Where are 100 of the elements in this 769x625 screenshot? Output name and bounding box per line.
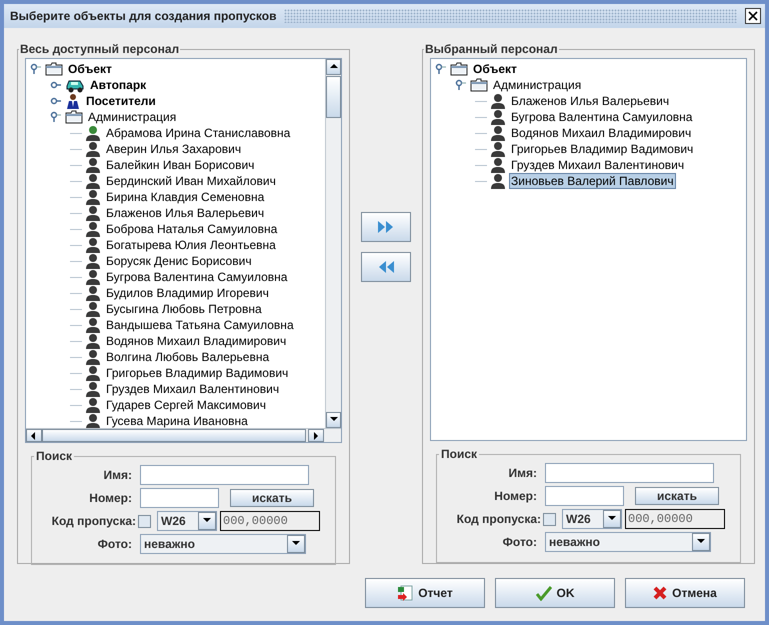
tree-line (475, 100, 487, 102)
code-type-dropdown[interactable]: W26 (562, 509, 622, 529)
visitor-icon (65, 93, 81, 109)
tree-line (70, 388, 82, 390)
tree-line (70, 340, 82, 342)
tree-item[interactable]: Вандышева Татьяна Самуиловна (104, 318, 296, 332)
tree-item[interactable]: Григорьев Владимир Вадимович (104, 366, 290, 380)
number-field[interactable] (140, 488, 219, 508)
person-icon (490, 109, 506, 125)
tree-line (475, 116, 487, 118)
scrollbar-thumb[interactable] (42, 429, 306, 442)
field-label: Фото: (502, 534, 537, 551)
code-checkbox[interactable] (138, 514, 151, 528)
person-icon (85, 157, 101, 173)
tree-item[interactable]: Балейкин Иван Борисович (104, 158, 256, 172)
search-button[interactable]: искать (635, 487, 719, 505)
tree-item[interactable]: Автопарк (88, 78, 148, 92)
tree-item[interactable]: Объект (66, 62, 114, 76)
scroll-right-icon[interactable] (311, 430, 321, 440)
tree-item[interactable]: Бусыгина Любовь Петровна (104, 302, 264, 316)
tree-item[interactable]: Абрамова Ирина Станиславовна (104, 126, 292, 140)
expanded-handle-icon[interactable] (435, 63, 447, 75)
tree-item[interactable]: Водянов Михаил Владимирович (509, 126, 694, 140)
tree-item[interactable]: Гусева Марина Ивановна (104, 414, 250, 428)
tree-line (70, 324, 82, 326)
number-field[interactable] (545, 486, 624, 506)
person-icon (85, 349, 101, 365)
tree-item[interactable]: Водянов Михаил Владимирович (104, 334, 288, 348)
tree-item[interactable]: Аверин Илья Захарович (104, 142, 244, 156)
tree-item[interactable]: Зиновьев Валерий Павлович (509, 173, 676, 189)
field-label: Фото: (96, 536, 132, 553)
person-icon (85, 365, 101, 381)
photo-dropdown[interactable]: неважно (140, 534, 306, 554)
ok-button[interactable]: OK (495, 578, 615, 608)
tree-item[interactable]: Груздев Михаил Валентинович (509, 158, 686, 172)
tree-item[interactable]: Бирина Клавдия Семеновна (104, 190, 266, 204)
tree-line (70, 212, 82, 214)
person-icon (85, 413, 101, 428)
tree-item[interactable]: Будилов Владимир Игоревич (104, 286, 271, 300)
person-icon (85, 189, 101, 205)
check-icon (536, 585, 552, 601)
collapsed-handle-icon[interactable] (50, 95, 62, 107)
panel-title: Выбранный персонал (424, 41, 559, 58)
close-icon (653, 586, 668, 600)
horizontal-scrollbar[interactable] (26, 428, 341, 442)
search-button[interactable]: искать (230, 489, 314, 507)
field-label: Код пропуска: (50, 513, 136, 530)
field-label: Номер: (493, 488, 537, 505)
field-label: Имя: (102, 467, 132, 484)
person-icon (85, 301, 101, 317)
report-button[interactable]: Отчет (365, 578, 485, 608)
tree-item[interactable]: Объект (471, 62, 519, 76)
tree-line (70, 148, 82, 150)
person-icon (85, 205, 101, 221)
tree-line (70, 404, 82, 406)
tree-item[interactable]: Богатырева Юлия Леонтьевна (104, 238, 278, 252)
cancel-button[interactable]: Отмена (625, 578, 745, 608)
tree-item[interactable]: Волгина Любовь Валерьевна (104, 350, 272, 364)
tree-item[interactable]: Груздев Михаил Валентинович (104, 382, 282, 396)
tree-item[interactable]: Администрация (86, 110, 178, 124)
remove-button[interactable] (361, 252, 411, 282)
tree-line (70, 164, 82, 166)
tree-item[interactable]: Бугрова Валентина Самуиловна (104, 270, 290, 284)
person-icon (490, 157, 506, 173)
name-field[interactable] (140, 465, 309, 485)
tree-item[interactable]: Борусяк Денис Борисович (104, 254, 254, 268)
tree-item[interactable]: Боброва Наталья Самуиловна (104, 222, 280, 236)
tree-line (475, 180, 487, 182)
expanded-handle-icon[interactable] (50, 111, 62, 123)
tree-item[interactable]: Бердинский Иван Михайлович (104, 174, 278, 188)
expanded-handle-icon[interactable] (455, 79, 467, 91)
vertical-scrollbar[interactable] (325, 59, 341, 428)
tree-item[interactable]: Бугрова Валентина Самуиловна (509, 110, 694, 124)
tree-item[interactable]: Администрация (491, 78, 584, 92)
collapsed-handle-icon[interactable] (50, 79, 62, 91)
code-checkbox[interactable] (543, 512, 556, 526)
tree-line (70, 276, 82, 278)
folder-icon (470, 78, 488, 92)
tree-item[interactable]: Блаженов Илья Валерьевич (509, 94, 672, 108)
code-field[interactable]: 000,00000 (220, 511, 320, 531)
close-button[interactable] (745, 8, 761, 24)
tree-item[interactable]: Григорьев Владимир Вадимович (509, 142, 696, 156)
tree-item[interactable]: Гударев Сергей Максимович (104, 398, 268, 412)
person-icon (85, 397, 101, 413)
photo-dropdown[interactable]: неважно (545, 532, 711, 552)
name-field[interactable] (545, 463, 714, 483)
scrollbar-thumb[interactable] (326, 76, 341, 118)
field-label: Номер: (88, 490, 132, 507)
person-icon (85, 381, 101, 397)
add-button[interactable] (361, 212, 411, 242)
double-arrow-left-icon (377, 260, 395, 274)
field-label: Код пропуска: (456, 511, 541, 528)
group-title: Поиск (440, 446, 478, 463)
tree-item[interactable]: Блаженов Илья Валерьевич (104, 206, 266, 220)
person-icon (85, 221, 101, 237)
code-type-dropdown[interactable]: W26 (157, 511, 217, 531)
code-field[interactable]: 000,00000 (625, 509, 725, 529)
folder-icon (65, 110, 83, 124)
expanded-handle-icon[interactable] (30, 63, 42, 75)
tree-item[interactable]: Посетители (84, 94, 158, 108)
